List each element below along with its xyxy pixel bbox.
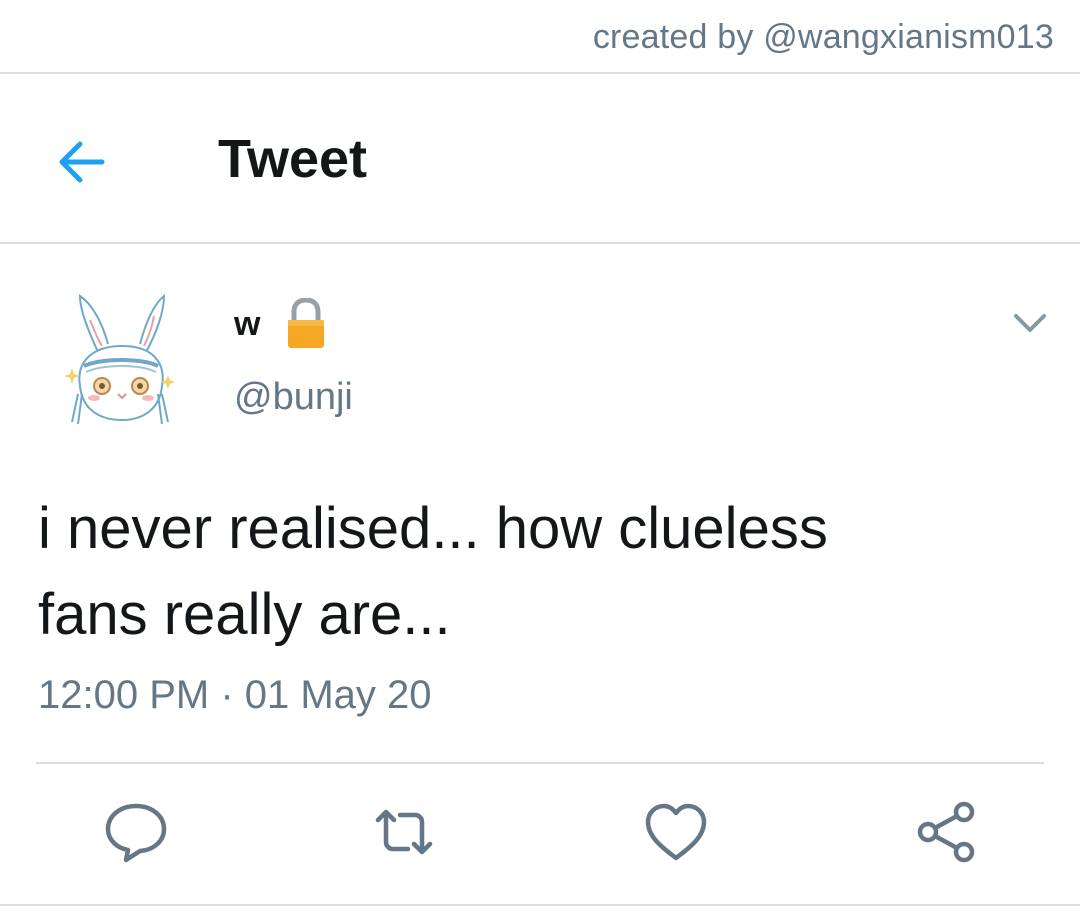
lock-icon	[284, 297, 328, 350]
divider	[36, 762, 1044, 764]
bottom-divider	[0, 904, 1080, 906]
reply-icon	[105, 803, 167, 863]
like-button[interactable]	[640, 796, 712, 868]
credit-text: created by @wangxianism013	[592, 18, 1054, 56]
like-icon	[645, 803, 707, 861]
retweet-button[interactable]	[368, 796, 440, 868]
tweet-text: i never realised... how clueless fans re…	[38, 486, 1038, 658]
tweet-menu-button[interactable]	[1010, 304, 1050, 340]
reply-button[interactable]	[100, 796, 172, 868]
top-app-bar: Tweet	[0, 74, 1080, 244]
page-title: Tweet	[218, 129, 368, 189]
display-name[interactable]: w	[234, 305, 260, 344]
arrow-left-icon	[59, 141, 105, 183]
back-button[interactable]	[52, 130, 116, 194]
retweet-icon	[375, 809, 433, 855]
action-bar	[0, 796, 1080, 872]
credit-bar: created by @wangxianism013	[0, 0, 1080, 74]
tweet-text-line-2: fans really are...	[38, 582, 451, 647]
avatar[interactable]	[58, 290, 178, 430]
tweet-text-line-1: i never realised... how clueless	[38, 496, 828, 561]
share-icon	[917, 801, 975, 863]
chevron-down-icon	[1014, 314, 1046, 332]
share-button[interactable]	[910, 796, 982, 868]
timestamp[interactable]: 12:00 PM · 01 May 20	[38, 673, 432, 718]
user-handle[interactable]: @bunji	[234, 376, 353, 419]
